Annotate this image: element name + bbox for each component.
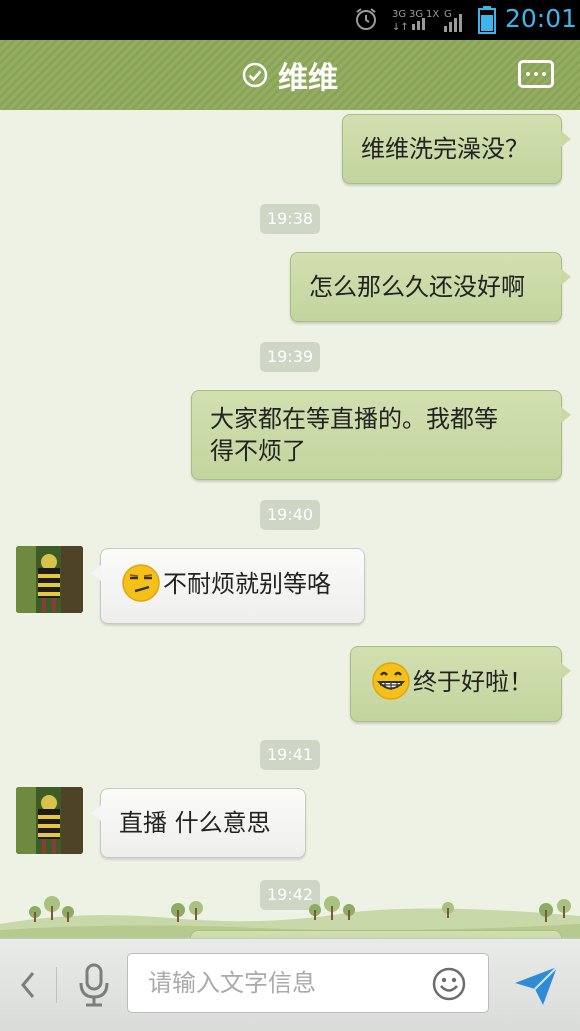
status-bar: 3G 3G 1X G ↓↑ 20:01 (0, 0, 580, 40)
message-list[interactable]: 维维洗完澡没？ 19:38 怎么那么久还没好啊 19:39 大家都在等直播的。我… (0, 110, 580, 938)
contact-avatar[interactable] (16, 546, 83, 613)
message-bubble-received[interactable]: 不耐烦就别等咯 (91, 548, 365, 624)
check-circle-icon (242, 62, 268, 88)
message-bubble-partial[interactable] (190, 930, 562, 938)
send-icon[interactable] (513, 963, 559, 1009)
more-options-button[interactable] (518, 60, 554, 88)
message-timestamp: 19:38 (260, 204, 320, 234)
svg-text:3G: 3G (409, 9, 423, 20)
message-text: 不耐烦就别等咯 (163, 570, 331, 598)
network-signal-icon: 3G 3G 1X G ↓↑ (392, 9, 462, 33)
status-clock: 20:01 (505, 4, 578, 33)
message-timestamp: 19:40 (260, 500, 320, 530)
message-text-line: 大家都在等直播的。我都等 (210, 405, 498, 433)
svg-text:3G: 3G (392, 9, 406, 20)
svg-text:↓↑: ↓↑ (392, 22, 409, 33)
message-bubble-sent[interactable]: 大家都在等直播的。我都等 得不烦了 (191, 390, 571, 480)
message-text-line: 得不烦了 (210, 437, 306, 465)
message-text: 怎么那么久还没好啊 (309, 273, 525, 301)
message-timestamp: 19:41 (260, 740, 320, 770)
message-bubble-sent[interactable]: 终于好啦！ (350, 646, 571, 722)
more-dots-icon (526, 72, 530, 76)
message-text: 维维洗完澡没？ (361, 135, 529, 163)
message-bubble-received[interactable]: 直播 什么意思 (91, 788, 306, 858)
back-arrow-icon[interactable] (18, 969, 38, 1001)
chat-title: 维维 (278, 61, 338, 96)
smirk-emoji-icon (122, 564, 160, 602)
battery-icon (478, 6, 496, 34)
alarm-icon (356, 8, 376, 30)
contact-avatar[interactable] (16, 787, 83, 854)
message-bubble-sent[interactable]: 维维洗完澡没？ (342, 114, 571, 184)
message-text: 直播 什么意思 (119, 809, 271, 837)
input-bar (0, 938, 580, 1031)
microphone-icon[interactable] (76, 963, 112, 1007)
message-bubble-sent[interactable]: 怎么那么久还没好啊 (290, 252, 571, 322)
message-text: 终于好啦！ (413, 668, 533, 696)
message-timestamp: 19:39 (260, 342, 320, 372)
svg-text:1X: 1X (426, 9, 439, 20)
title-bar: 维维 (0, 40, 580, 115)
grin-emoji-icon (372, 662, 410, 700)
svg-text:G: G (444, 9, 452, 20)
smiley-icon[interactable] (432, 967, 466, 1001)
divider (56, 967, 57, 1003)
